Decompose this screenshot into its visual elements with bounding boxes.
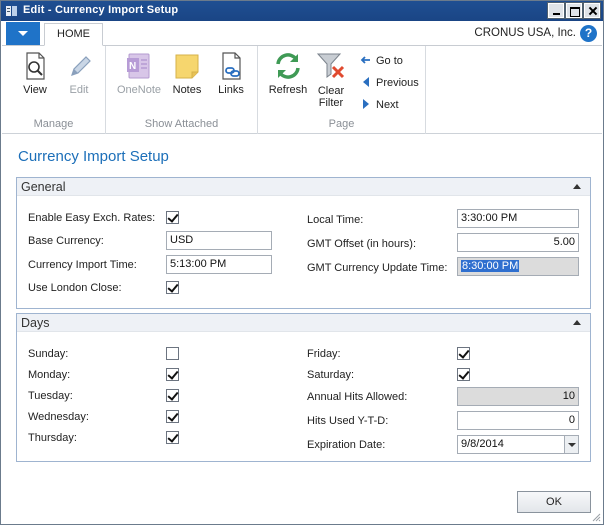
ribbon-group-manage: View Edit Manage	[2, 46, 106, 134]
chevron-up-icon[interactable]	[573, 320, 581, 325]
window-controls	[547, 2, 601, 19]
gmt-update-value: 8:30:00 PM	[461, 260, 520, 272]
tab-home[interactable]: HOME	[44, 23, 103, 46]
fasttab-general-header[interactable]: General	[17, 178, 590, 196]
go-to-arrow-icon	[360, 56, 370, 64]
annual-hits-input[interactable]: 10	[457, 387, 579, 406]
saturday-checkbox[interactable]	[457, 368, 470, 381]
company-name[interactable]: CRONUS USA, Inc.	[474, 27, 576, 39]
notes-label: Notes	[172, 84, 202, 96]
wednesday-checkbox[interactable]	[166, 410, 179, 423]
links-button[interactable]: Links	[214, 50, 248, 96]
enable-easy-checkbox[interactable]	[166, 211, 179, 224]
ribbon-tab-strip: HOME CRONUS USA, Inc. ?	[2, 22, 602, 46]
edit-label: Edit	[69, 84, 89, 96]
previous-button[interactable]: Previous	[360, 76, 419, 89]
gmt-offset-input[interactable]: 5.00	[457, 233, 579, 252]
next-label: Next	[376, 99, 399, 111]
base-currency-input[interactable]: USD	[166, 231, 272, 250]
sticky-note-icon	[175, 54, 199, 79]
expiration-date-input[interactable]: 9/8/2014	[457, 435, 579, 454]
gmt-update-label: GMT Currency Update Time:	[307, 262, 448, 274]
local-time-input[interactable]: 3:30:00 PM	[457, 209, 579, 228]
dialog-window: Edit - Currency Import Setup HOME CRONUS…	[0, 0, 604, 525]
help-icon[interactable]: ?	[580, 25, 597, 42]
go-to-label: Go to	[376, 55, 403, 67]
sunday-label: Sunday:	[28, 348, 69, 360]
notes-button[interactable]: Notes	[170, 50, 204, 96]
friday-checkbox[interactable]	[457, 347, 470, 360]
chevron-up-icon[interactable]	[573, 184, 581, 189]
view-label: View	[23, 84, 47, 96]
london-close-label: Use London Close:	[28, 282, 122, 294]
clear-filter-icon	[316, 53, 345, 79]
page-group-label: Page	[328, 118, 355, 130]
links-label: Links	[218, 84, 244, 96]
svg-text:N: N	[129, 61, 136, 72]
ok-button[interactable]: OK	[517, 491, 591, 513]
enable-easy-label: Enable Easy Exch. Rates:	[28, 212, 156, 224]
previous-icon	[363, 77, 369, 87]
onenote-button[interactable]: N OneNote	[114, 50, 164, 96]
sunday-checkbox[interactable]	[166, 347, 179, 360]
gmt-offset-label: GMT Offset (in hours):	[307, 238, 417, 250]
import-time-input[interactable]: 5:13:00 PM	[166, 255, 272, 274]
window-title: Edit - Currency Import Setup	[23, 4, 179, 16]
base-currency-label: Base Currency:	[28, 235, 104, 247]
wednesday-label: Wednesday:	[28, 411, 89, 423]
expiration-label: Expiration Date:	[307, 439, 386, 451]
refresh-button[interactable]: Refresh	[266, 50, 310, 96]
refresh-label: Refresh	[268, 84, 308, 96]
tuesday-label: Tuesday:	[28, 390, 73, 402]
app-icon	[6, 6, 17, 16]
days-header-label: Days	[21, 316, 50, 330]
hits-used-label: Hits Used Y-T-D:	[307, 415, 389, 427]
page-title: Currency Import Setup	[18, 148, 169, 165]
edit-button[interactable]: Edit	[62, 50, 96, 96]
clear-filter-label-2: Filter	[318, 97, 344, 109]
london-close-checkbox[interactable]	[166, 281, 179, 294]
go-to-button[interactable]: Go to	[360, 54, 403, 67]
hits-used-input[interactable]: 0	[457, 411, 579, 430]
clear-filter-label-1: Clear	[317, 85, 345, 97]
ribbon-group-show-attached: N OneNote Notes Links Show Attached	[106, 46, 258, 134]
show-attached-group-label: Show Attached	[144, 118, 219, 130]
general-header-label: General	[21, 180, 66, 194]
chevron-down-icon[interactable]	[564, 436, 578, 453]
pencil-icon	[71, 56, 91, 76]
minimize-button[interactable]	[547, 2, 565, 19]
maximize-button[interactable]	[565, 2, 583, 19]
resize-grip-icon[interactable]	[591, 512, 601, 522]
close-button[interactable]	[583, 2, 601, 19]
thursday-label: Thursday:	[28, 432, 77, 444]
saturday-label: Saturday:	[307, 369, 355, 381]
onenote-icon: N	[127, 53, 150, 79]
ribbon: View Edit Manage N OneNote Notes Links S…	[2, 46, 602, 134]
monday-label: Monday:	[28, 369, 71, 381]
monday-checkbox[interactable]	[166, 368, 179, 381]
application-menu-button[interactable]	[6, 22, 40, 45]
manage-group-label: Manage	[33, 118, 74, 130]
local-time-label: Local Time:	[307, 214, 364, 226]
view-icon	[26, 52, 45, 80]
title-bar: Edit - Currency Import Setup	[1, 1, 603, 21]
next-icon	[363, 99, 369, 109]
annual-hits-label: Annual Hits Allowed:	[307, 391, 408, 403]
import-time-label: Currency Import Time:	[28, 259, 137, 271]
next-button[interactable]: Next	[360, 98, 399, 111]
previous-label: Previous	[376, 77, 419, 89]
refresh-icon	[276, 53, 300, 79]
gmt-update-input[interactable]: 8:30:00 PM	[457, 257, 579, 276]
onenote-label: OneNote	[116, 84, 162, 96]
links-icon	[222, 52, 241, 80]
view-button[interactable]: View	[18, 50, 52, 96]
expiration-value: 9/8/2014	[461, 438, 504, 450]
clear-filter-button[interactable]: Clear Filter	[314, 50, 348, 109]
thursday-checkbox[interactable]	[166, 431, 179, 444]
friday-label: Friday:	[307, 348, 341, 360]
fasttab-days-header[interactable]: Days	[17, 314, 590, 332]
tuesday-checkbox[interactable]	[166, 389, 179, 402]
